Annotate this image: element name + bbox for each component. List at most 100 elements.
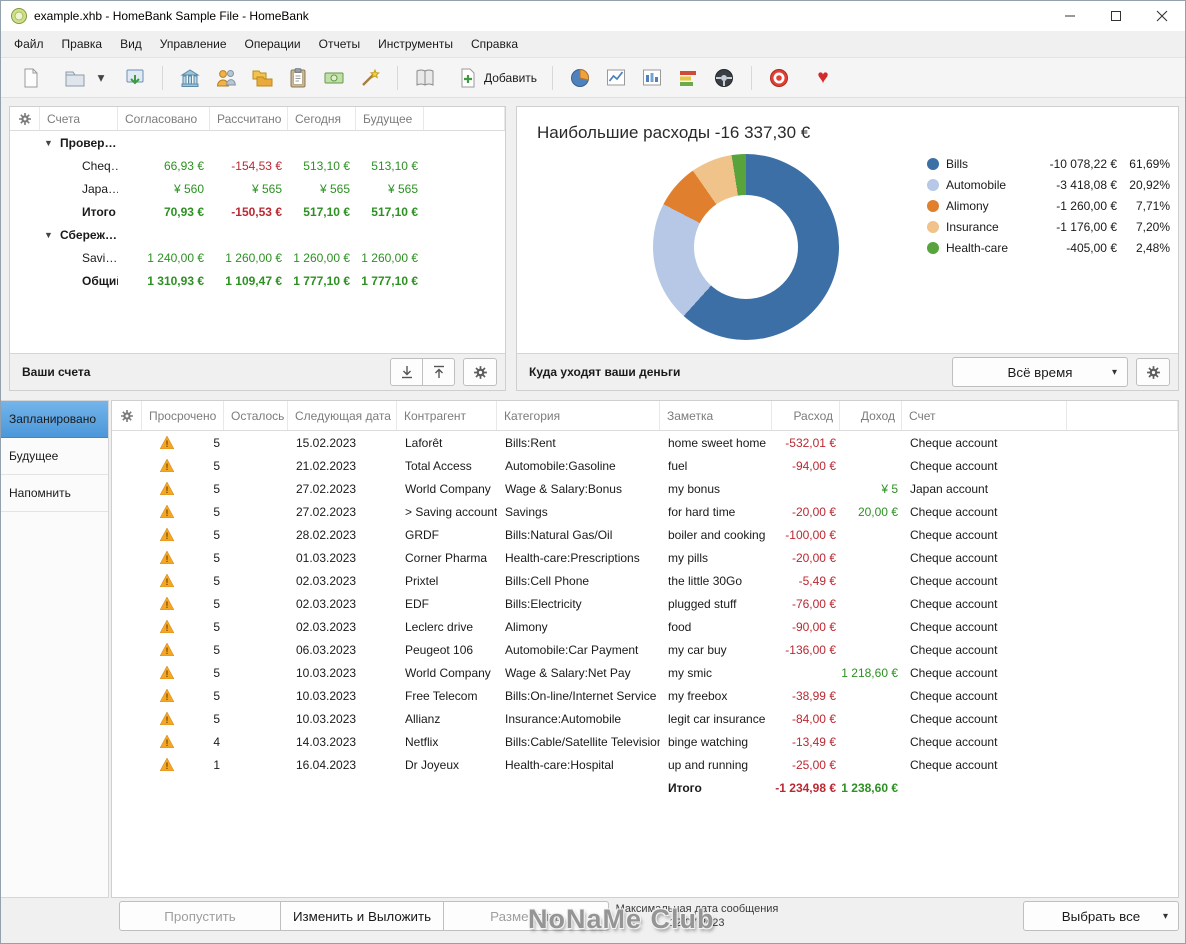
edit-and-post-button[interactable]: Изменить и Выложить <box>280 901 444 931</box>
scheduled-row[interactable]: ! 5 10.03.2023 Allianz Insurance:Automob… <box>112 707 1178 730</box>
select-all-button[interactable]: Выбрать все ▾ <box>1023 901 1179 931</box>
overdue-count: 5 <box>213 642 220 657</box>
scheduled-row[interactable]: ! 5 02.03.2023 Leclerc drive Alimony foo… <box>112 615 1178 638</box>
trendtime-report-button[interactable] <box>598 61 634 95</box>
column-header-category[interactable]: Категория <box>497 401 660 430</box>
save-button[interactable] <box>117 61 153 95</box>
column-header-account[interactable]: Счет <box>902 401 1067 430</box>
scheduled-row[interactable]: ! 5 02.03.2023 Prixtel Bills:Cell Phone … <box>112 569 1178 592</box>
open-recent-dropdown-button[interactable]: ▾ <box>93 61 109 95</box>
account: Cheque account <box>910 757 998 772</box>
account-future-amount: 513,10 € <box>371 158 418 173</box>
scheduled-row[interactable]: ! 5 28.02.2023 GRDF Bills:Natural Gas/Oi… <box>112 523 1178 546</box>
chart-settings-button[interactable] <box>1136 358 1170 386</box>
column-header-payee[interactable]: Контрагент <box>397 401 497 430</box>
column-header-remaining[interactable]: Осталось <box>224 401 288 430</box>
menu-item[interactable]: Вид <box>111 32 151 56</box>
account-row[interactable]: ▼Cheq… 66,93 € -154,53 € 513,10 € 513,10… <box>10 154 505 177</box>
skip-button[interactable]: Пропустить <box>119 901 281 931</box>
scheduled-row[interactable]: ! 5 10.03.2023 World Company Wage & Sala… <box>112 661 1178 684</box>
scheduled-row[interactable]: ! 1 16.04.2023 Dr Joyeux Health-care:Hos… <box>112 753 1178 776</box>
new-file-button[interactable] <box>13 61 49 95</box>
payee: Free Telecom <box>405 688 478 703</box>
dropdown-arrow-icon: ▾ <box>97 69 105 85</box>
account-reconciled-amount: 1 240,00 € <box>147 250 204 265</box>
maximize-button[interactable] <box>1093 1 1139 31</box>
statistics-report-button[interactable] <box>562 61 598 95</box>
accounts-settings-button[interactable] <box>463 358 497 386</box>
budget-report-button[interactable] <box>670 61 706 95</box>
column-header-reconciled[interactable]: Согласовано <box>118 107 210 130</box>
payee: Allianz <box>405 711 441 726</box>
expense-amount: -136,00 € <box>785 642 836 657</box>
collapse-all-button[interactable] <box>422 358 455 386</box>
manage-payees-button[interactable] <box>208 61 244 95</box>
next-date: 16.04.2023 <box>296 757 357 772</box>
column-header-future[interactable]: Будущее <box>356 107 424 130</box>
scheduled-row[interactable]: ! 5 01.03.2023 Corner Pharma Health-care… <box>112 546 1178 569</box>
scheduled-total-row: Итого -1 234,98 € 1 238,60 € <box>112 776 1178 799</box>
memo: food <box>668 619 692 634</box>
balance-report-button[interactable] <box>634 61 670 95</box>
memo: plugged stuff <box>668 596 737 611</box>
scheduled-row[interactable]: ! 5 06.03.2023 Peugeot 106 Automobile:Ca… <box>112 638 1178 661</box>
overdue-cell: ! 1 <box>142 758 224 772</box>
scheduled-tab[interactable]: Будущее <box>1 438 108 475</box>
scheduled-row[interactable]: ! 5 10.03.2023 Free Telecom Bills:On-lin… <box>112 684 1178 707</box>
add-transaction-button[interactable]: Добавить <box>451 61 543 95</box>
gear-icon <box>473 365 487 379</box>
column-header-income[interactable]: Доход <box>840 401 902 430</box>
account-row[interactable]: ▼Общий… 1 310,93 € 1 109,47 € 1 777,10 €… <box>10 269 505 292</box>
manage-archives-button[interactable] <box>280 61 316 95</box>
expander-icon[interactable]: ▼ <box>44 230 56 240</box>
manage-assignments-button[interactable] <box>352 61 388 95</box>
toolbar-separator <box>162 65 163 90</box>
account-row[interactable]: ▼Japa… ¥ 560 ¥ 565 ¥ 565 ¥ 565 <box>10 177 505 200</box>
manage-accounts-button[interactable] <box>172 61 208 95</box>
minimize-button[interactable] <box>1047 1 1093 31</box>
menu-item[interactable]: Инструменты <box>369 32 462 56</box>
account-row[interactable]: ▼ Сбереж… <box>10 223 505 246</box>
vehicle-cost-button[interactable] <box>706 61 742 95</box>
scheduled-row[interactable]: ! 5 27.02.2023 World Company Wage & Sala… <box>112 477 1178 500</box>
close-button[interactable] <box>1139 1 1185 31</box>
expand-all-button[interactable] <box>390 358 423 386</box>
overdue-cell: ! 5 <box>142 436 224 450</box>
menu-item[interactable]: Правка <box>53 32 112 56</box>
column-header-memo[interactable]: Заметка <box>660 401 772 430</box>
gear-icon <box>120 409 133 422</box>
scheduled-tab[interactable]: Запланировано <box>1 401 108 438</box>
column-header-today[interactable]: Сегодня <box>288 107 356 130</box>
account-row[interactable]: ▼Savi… 1 240,00 € 1 260,00 € 1 260,00 € … <box>10 246 505 269</box>
column-header-cleared[interactable]: Рассчитано <box>210 107 288 130</box>
menu-item[interactable]: Справка <box>462 32 527 56</box>
manage-currencies-button[interactable] <box>316 61 352 95</box>
account-row[interactable]: ▼Итого 70,93 € -150,53 € 517,10 € 517,10… <box>10 200 505 223</box>
column-header-accounts[interactable]: Счета <box>40 107 118 130</box>
column-header-nextdate[interactable]: Следующая дата <box>288 401 397 430</box>
show-transactions-button[interactable] <box>407 61 443 95</box>
column-header-overdue[interactable]: Просрочено <box>142 401 224 430</box>
next-date: 06.03.2023 <box>296 642 357 657</box>
overdue-cell: ! 5 <box>142 643 224 657</box>
scheduled-row[interactable]: ! 4 14.03.2023 Netflix Bills:Cable/Satel… <box>112 730 1178 753</box>
accounts-column-config-button[interactable] <box>10 107 40 130</box>
column-header-expense[interactable]: Расход <box>772 401 840 430</box>
expander-icon[interactable]: ▼ <box>44 138 56 148</box>
scheduled-row[interactable]: ! 5 15.02.2023 Laforêt Bills:Rent home s… <box>112 431 1178 454</box>
scheduled-column-config-button[interactable] <box>112 401 142 430</box>
scheduled-tab[interactable]: Напомнить <box>1 475 108 512</box>
menu-item[interactable]: Операции <box>236 32 310 56</box>
manage-categories-button[interactable] <box>244 61 280 95</box>
time-range-select[interactable]: Всё время ▾ <box>952 357 1128 387</box>
scheduled-row[interactable]: ! 5 02.03.2023 EDF Bills:Electricity plu… <box>112 592 1178 615</box>
donate-button[interactable]: ♥ <box>805 61 841 95</box>
menu-item[interactable]: Файл <box>5 32 53 56</box>
help-button[interactable] <box>761 61 797 95</box>
account-row[interactable]: ▼ Провер… <box>10 131 505 154</box>
menu-item[interactable]: Отчеты <box>310 32 369 56</box>
scheduled-row[interactable]: ! 5 21.02.2023 Total Access Automobile:G… <box>112 454 1178 477</box>
scheduled-row[interactable]: ! 5 27.02.2023 > Saving account Savings … <box>112 500 1178 523</box>
menu-item[interactable]: Управление <box>151 32 236 56</box>
open-file-button[interactable] <box>57 61 93 95</box>
